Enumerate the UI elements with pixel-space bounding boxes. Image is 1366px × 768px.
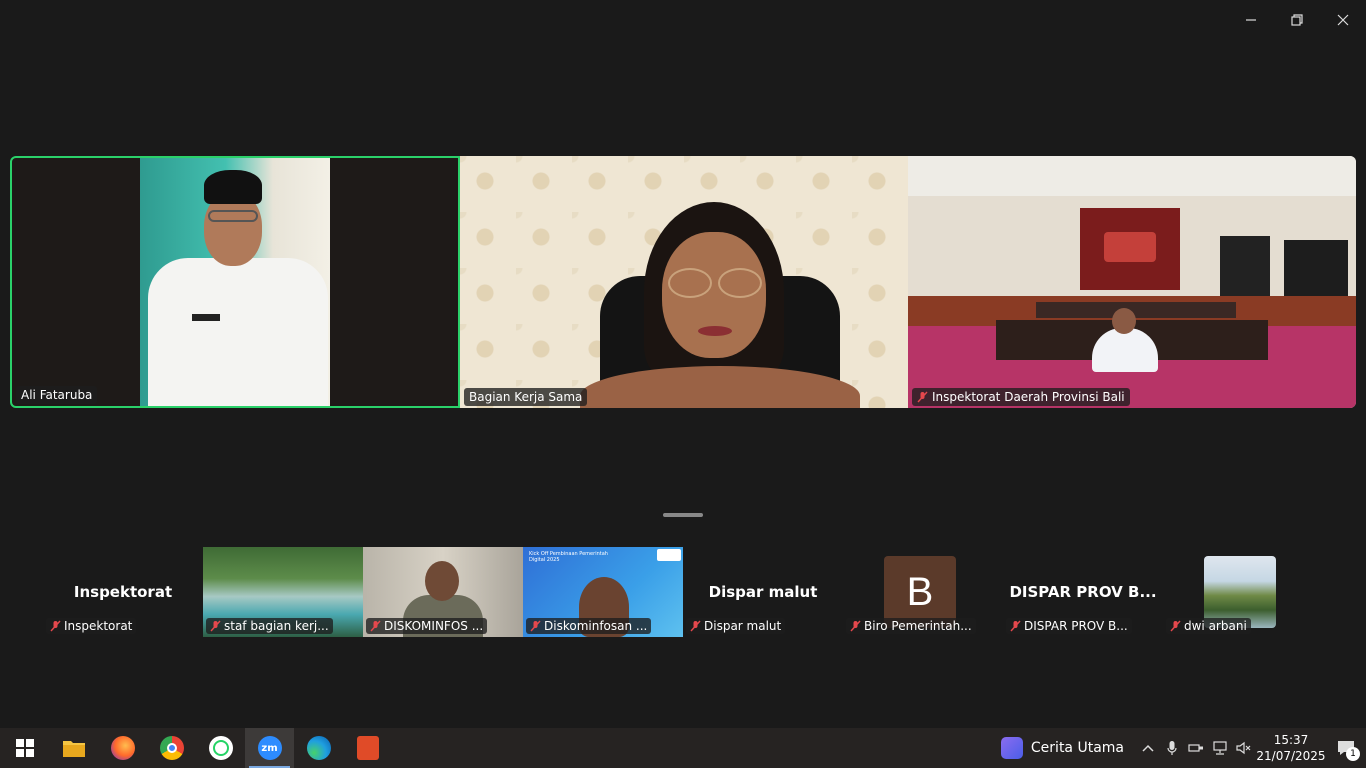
clock-date: 21/07/2025 bbox=[1256, 749, 1326, 763]
taskbar-whatsapp[interactable] bbox=[196, 728, 245, 768]
news-label: Cerita Utama bbox=[1030, 740, 1124, 756]
participant-display-name: DISPAR PROV B... bbox=[1009, 583, 1157, 601]
participant-name-tag: dwi arbani bbox=[1166, 618, 1251, 634]
participant-name-tag: Diskominfosan ... bbox=[526, 618, 652, 634]
participant-name-tag: Ali Fataruba bbox=[16, 386, 98, 404]
participant-name-tag: DISPAR PROV B... bbox=[1006, 618, 1132, 634]
participant-name-tag: Inspektorat Daerah Provinsi Bali bbox=[912, 388, 1130, 406]
participant-name: staf bagian kerj... bbox=[224, 619, 329, 633]
close-button[interactable] bbox=[1320, 0, 1366, 40]
participant-display-name: Dispar malut bbox=[708, 583, 818, 601]
mic-muted-icon bbox=[50, 620, 61, 632]
mic-muted-icon bbox=[1010, 620, 1021, 632]
mic-muted-icon bbox=[850, 620, 861, 632]
participant-name-tag: Dispar malut bbox=[686, 618, 786, 634]
participant-tile[interactable]: Dispar malut Dispar malut bbox=[683, 547, 843, 637]
taskbar-chrome[interactable] bbox=[147, 728, 196, 768]
start-icon bbox=[15, 739, 34, 757]
zoom-label: zm bbox=[261, 742, 278, 754]
participant-tile[interactable]: dwi arbani bbox=[1163, 547, 1323, 637]
participant-strip: Inspektorat Inspektorat staf bagian kerj… bbox=[43, 547, 1323, 637]
taskbar: zm Cerita Utama 15:37 21/07/2025 1 bbox=[0, 728, 1366, 768]
participant-name-tag: Inspektorat bbox=[46, 618, 137, 634]
mic-muted-icon bbox=[1170, 620, 1181, 632]
participant-tile[interactable]: DISKOMINFOS ... bbox=[363, 547, 523, 637]
video-tile[interactable]: Inspektorat Daerah Provinsi Bali bbox=[908, 156, 1356, 408]
usb-tray-button[interactable] bbox=[1184, 728, 1208, 768]
microphone-tray-button[interactable] bbox=[1160, 728, 1184, 768]
news-widget[interactable]: Cerita Utama bbox=[989, 737, 1136, 759]
participant-name: dwi arbani bbox=[1184, 619, 1247, 633]
start-button[interactable] bbox=[0, 728, 49, 768]
system-tray: Cerita Utama 15:37 21/07/2025 1 bbox=[989, 728, 1366, 768]
taskbar-firefox[interactable] bbox=[98, 728, 147, 768]
taskbar-file-explorer[interactable] bbox=[49, 728, 98, 768]
news-icon bbox=[1000, 737, 1023, 759]
minimize-button[interactable] bbox=[1228, 0, 1274, 40]
mic-muted-icon bbox=[370, 620, 381, 632]
notification-count: 1 bbox=[1346, 747, 1360, 761]
clock-time: 15:37 bbox=[1273, 733, 1309, 747]
microphone-icon bbox=[1167, 741, 1177, 755]
restore-button[interactable] bbox=[1274, 0, 1320, 40]
banner-logo bbox=[657, 549, 681, 561]
participant-video bbox=[140, 158, 330, 406]
gallery-resize-handle[interactable] bbox=[663, 513, 703, 517]
taskbar-zoom[interactable]: zm bbox=[245, 728, 294, 768]
video-tile-active-speaker[interactable]: Ali Fataruba bbox=[10, 156, 460, 408]
edge-icon bbox=[306, 736, 331, 760]
participant-name: Ali Fataruba bbox=[21, 388, 93, 402]
participant-tile[interactable]: staf bagian kerj... bbox=[203, 547, 363, 637]
whatsapp-icon bbox=[208, 736, 233, 760]
firefox-icon bbox=[110, 736, 135, 760]
notification-center-button[interactable]: 1 bbox=[1326, 728, 1366, 768]
participant-name: DISPAR PROV B... bbox=[1024, 619, 1128, 633]
participant-name: Biro Pemerintah... bbox=[864, 619, 972, 633]
participant-tile[interactable]: DISPAR PROV B... DISPAR PROV B... bbox=[1003, 547, 1163, 637]
participant-display-name: Inspektorat bbox=[73, 583, 173, 601]
chevron-up-icon bbox=[1142, 744, 1154, 752]
name-badge bbox=[192, 314, 220, 321]
participant-name: Inspektorat Daerah Provinsi Bali bbox=[932, 390, 1125, 404]
usb-icon bbox=[1188, 744, 1203, 752]
participant-name-tag: Bagian Kerja Sama bbox=[464, 388, 588, 406]
mic-muted-icon bbox=[690, 620, 701, 632]
window-controls bbox=[1228, 0, 1366, 40]
participant-name: Bagian Kerja Sama bbox=[469, 390, 583, 404]
video-gallery: Ali Fataruba Bagian Kerja Sama Inspektor… bbox=[10, 156, 1356, 408]
network-icon bbox=[1213, 741, 1227, 755]
participant-name-tag: Biro Pemerintah... bbox=[846, 618, 976, 634]
close-icon bbox=[1337, 14, 1349, 26]
participant-tile[interactable]: Kick Off Pembinaan Pemerintah Digital 20… bbox=[523, 547, 683, 637]
participant-name-tag: DISKOMINFOS ... bbox=[366, 618, 488, 634]
taskbar-edge[interactable] bbox=[294, 728, 343, 768]
participant-name: Inspektorat bbox=[64, 619, 133, 633]
participant-name: Dispar malut bbox=[704, 619, 782, 633]
mic-muted-icon bbox=[530, 620, 541, 632]
mic-muted-icon bbox=[210, 620, 221, 632]
mic-muted-icon bbox=[917, 391, 928, 403]
system-clock[interactable]: 15:37 21/07/2025 bbox=[1256, 732, 1326, 764]
app-icon bbox=[356, 736, 379, 760]
volume-tray-button[interactable] bbox=[1232, 728, 1256, 768]
banner-text: Kick Off Pembinaan Pemerintah Digital 20… bbox=[529, 551, 608, 563]
minimize-icon bbox=[1246, 19, 1256, 21]
participant-tile[interactable]: B Biro Pemerintah... bbox=[843, 547, 1003, 637]
file-explorer-icon bbox=[62, 741, 85, 757]
participant-name: Diskominfosan ... bbox=[544, 619, 648, 633]
zoom-icon: zm bbox=[257, 736, 282, 760]
chrome-icon bbox=[159, 736, 184, 760]
show-hidden-icons-button[interactable] bbox=[1136, 728, 1160, 768]
participant-name-tag: staf bagian kerj... bbox=[206, 618, 333, 634]
participant-name: DISKOMINFOS ... bbox=[384, 619, 484, 633]
restore-icon bbox=[1291, 14, 1303, 26]
taskbar-app[interactable] bbox=[343, 728, 392, 768]
video-tile[interactable]: Bagian Kerja Sama bbox=[460, 156, 908, 408]
network-tray-button[interactable] bbox=[1208, 728, 1232, 768]
institution-logo bbox=[1104, 232, 1156, 262]
participant-tile[interactable]: Inspektorat Inspektorat bbox=[43, 547, 203, 637]
volume-muted-icon bbox=[1236, 741, 1251, 755]
